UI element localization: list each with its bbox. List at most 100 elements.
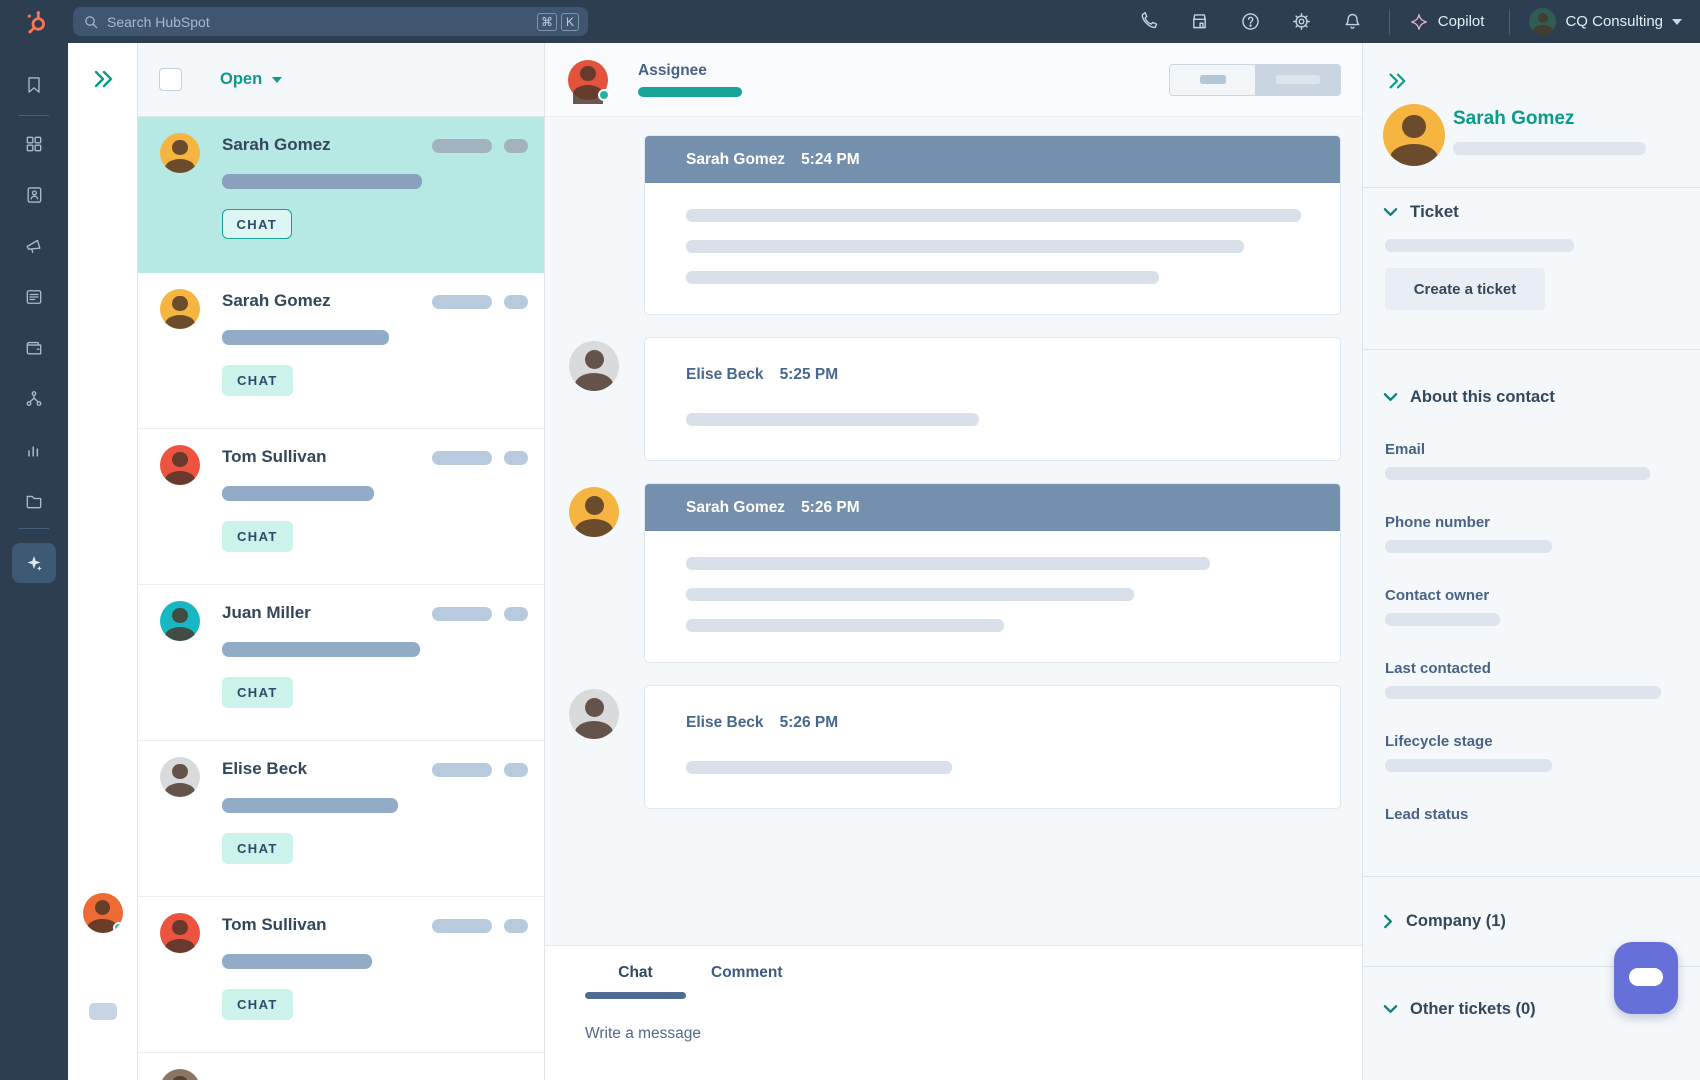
field-label: Phone number (1385, 514, 1680, 531)
chevron-down-icon (1383, 207, 1398, 218)
phone-icon[interactable] (1138, 11, 1160, 33)
tab-chat[interactable]: Chat (585, 946, 686, 999)
copilot-button[interactable]: Copilot (1409, 12, 1485, 32)
field-value-placeholder (1385, 613, 1500, 626)
marketing-icon[interactable] (0, 220, 68, 271)
select-all-checkbox[interactable] (159, 68, 182, 91)
message-author: Sarah Gomez (686, 151, 785, 169)
conversation-row[interactable]: Elise Beck CHAT (138, 741, 544, 897)
data-icon[interactable] (0, 475, 68, 526)
assignee-label: Assignee (638, 62, 742, 80)
conversation-row[interactable]: Sarah Gomez CHAT (138, 117, 544, 273)
ticket-section: Ticket Create a ticket (1363, 188, 1700, 350)
channel-badge: CHAT (222, 833, 293, 864)
current-user-avatar[interactable] (83, 893, 123, 933)
field-label: Contact owner (1385, 587, 1680, 604)
commerce-icon[interactable] (0, 322, 68, 373)
field-label: Last contacted (1385, 660, 1680, 677)
help-icon[interactable] (1240, 11, 1262, 33)
message-input[interactable]: Write a message (585, 1025, 1362, 1043)
chevron-down-icon (272, 77, 282, 83)
contact-avatar (1383, 104, 1445, 166)
ticket-section-header[interactable]: Ticket (1383, 202, 1680, 222)
bookmarks-icon[interactable] (0, 57, 68, 113)
channel-badge: CHAT (222, 521, 293, 552)
collapsed-panel (68, 43, 138, 1080)
message-agent: Sarah Gomez 5:24 PM (644, 135, 1341, 315)
contact-name-link[interactable]: Sarah Gomez (1453, 108, 1646, 130)
notifications-icon[interactable] (1342, 11, 1364, 33)
chevron-down-icon (1383, 1004, 1398, 1015)
automations-icon[interactable] (0, 373, 68, 424)
contact-avatar (160, 289, 200, 329)
field-label: Lifecycle stage (1385, 733, 1680, 750)
account-menu[interactable]: CQ Consulting (1529, 8, 1682, 35)
content-icon[interactable] (0, 271, 68, 322)
message-preview-placeholder (222, 174, 422, 189)
sidebar-divider (19, 528, 49, 529)
contact-avatar (160, 445, 200, 485)
search-shortcut: ⌘ K (537, 13, 579, 31)
tab-comment[interactable]: Comment (711, 946, 782, 999)
conversation-row[interactable]: Tom Sullivan CHAT (138, 429, 544, 585)
status-filter-dropdown[interactable]: Open (220, 70, 282, 89)
chat-widget-button[interactable] (1614, 942, 1678, 1014)
conversation-row[interactable]: Sarah Gomez CHAT (138, 273, 544, 429)
reporting-icon[interactable] (0, 424, 68, 475)
message-preview-placeholder (222, 642, 420, 657)
crm-contacts-icon[interactable] (0, 169, 68, 220)
composer-tabs: Chat Comment (585, 946, 1362, 999)
contact-avatar (160, 133, 200, 173)
status-filter-label: Open (220, 70, 262, 89)
account-name: CQ Consulting (1565, 13, 1663, 30)
channel-badge: CHAT (222, 365, 293, 396)
view-toggle-right-button[interactable] (1255, 65, 1340, 95)
app-sidebar (0, 43, 68, 1080)
assignee-avatar (568, 60, 608, 100)
timestamp-placeholder (432, 451, 528, 465)
chevron-right-icon (1383, 914, 1394, 929)
timestamp-placeholder (432, 139, 528, 153)
search-input[interactable]: Search HubSpot ⌘ K (73, 7, 588, 36)
sidebar-divider (19, 115, 49, 116)
active-tab-indicator (585, 992, 686, 999)
chat-thread: Assignee Sarah Gomez 5:24 PM (545, 43, 1362, 1080)
contact-field: Lead status (1385, 806, 1680, 823)
about-section-header[interactable]: About this contact (1383, 388, 1680, 407)
message-visitor: Elise Beck 5:25 PM (644, 337, 1341, 461)
view-toggle-left-button[interactable] (1170, 65, 1255, 95)
conversation-row[interactable] (138, 1053, 544, 1080)
workspaces-icon[interactable] (0, 118, 68, 169)
field-value-placeholder (1385, 686, 1661, 699)
conversation-row[interactable]: Tom Sullivan CHAT (138, 897, 544, 1053)
message-header: Sarah Gomez 5:26 PM (645, 484, 1340, 531)
hubspot-logo-icon (21, 7, 51, 37)
online-status-dot (113, 922, 123, 933)
settings-icon[interactable] (1291, 11, 1313, 33)
create-ticket-button[interactable]: Create a ticket (1385, 268, 1545, 310)
about-contact-section: About this contact Email Phone number Co… (1363, 350, 1700, 877)
contact-details-panel: Sarah Gomez Ticket Create a ticket About… (1362, 43, 1700, 1080)
contact-field: Phone number (1385, 514, 1680, 553)
ai-sparkle-icon[interactable] (12, 543, 56, 583)
online-status-dot (598, 89, 610, 101)
topbar-divider (1509, 9, 1510, 35)
expand-panel-icon[interactable] (91, 68, 115, 90)
contact-summary-section: Sarah Gomez (1363, 43, 1700, 188)
field-label: Email (1385, 441, 1680, 458)
contact-field: Contact owner (1385, 587, 1680, 626)
ticket-placeholder (1385, 239, 1574, 252)
copilot-sparkle-icon (1409, 12, 1429, 32)
message-body-placeholder (645, 531, 1340, 662)
conversation-list-header: Open (138, 43, 544, 117)
collapse-panel-icon[interactable] (1386, 71, 1408, 91)
company-section-header[interactable]: Company (1) (1383, 912, 1506, 931)
message-agent: Sarah Gomez 5:26 PM (644, 483, 1341, 663)
timestamp-placeholder (432, 607, 528, 621)
chevron-down-icon (1383, 392, 1398, 403)
chat-thread-header: Assignee (545, 43, 1362, 117)
agent-avatar (569, 487, 619, 537)
marketplace-icon[interactable] (1189, 11, 1211, 33)
timestamp-placeholder (432, 919, 528, 933)
conversation-row[interactable]: Juan Miller CHAT (138, 585, 544, 741)
